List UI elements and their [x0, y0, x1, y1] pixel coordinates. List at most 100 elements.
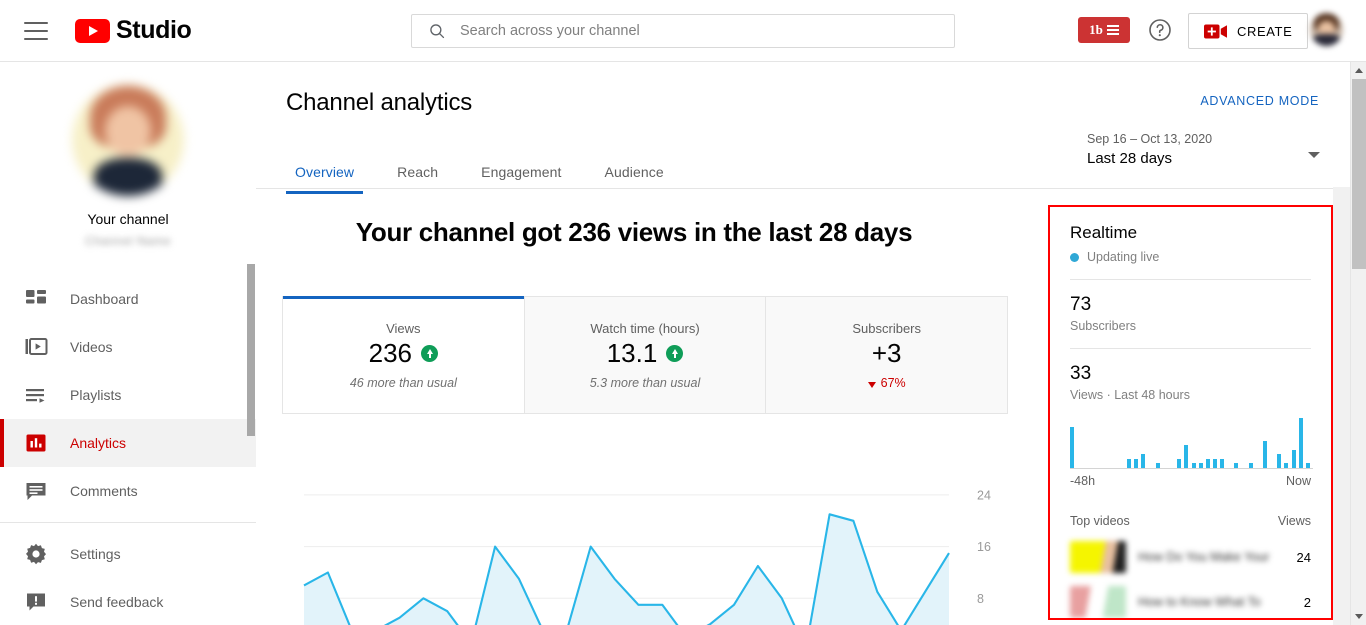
sidebar-item-label: Dashboard	[70, 291, 139, 307]
search-bar[interactable]	[411, 14, 955, 48]
realtime-bar	[1134, 458, 1139, 468]
sidebar-item-comments[interactable]: Comments	[0, 467, 256, 515]
realtime-subscribers-value: 73	[1070, 294, 1092, 315]
create-button[interactable]: CREATE	[1188, 13, 1309, 49]
realtime-bar	[1184, 445, 1189, 468]
video-play-icon	[25, 338, 48, 355]
realtime-bar	[1284, 463, 1289, 468]
video-views: 2	[1303, 594, 1311, 610]
metric-subtext: 5.3 more than usual	[589, 375, 701, 390]
realtime-bar	[1212, 458, 1217, 468]
list-item[interactable]: How to Know What To 2	[1070, 586, 1311, 618]
realtime-bar	[1248, 463, 1253, 468]
metric-cards: Views 236 46 more than usual Watch time …	[282, 296, 1008, 414]
realtime-bar	[1234, 463, 1239, 468]
avatar[interactable]	[1310, 13, 1343, 46]
realtime-bar	[1141, 454, 1146, 468]
views-column-label: Views	[1277, 514, 1311, 528]
channel-summary[interactable]: Your channel Channel Name	[0, 62, 256, 248]
page-title: Channel analytics	[286, 89, 473, 116]
sidebar-item-send-feedback[interactable]: Send feedback	[0, 578, 256, 625]
tubebuddy-label: 1b	[1089, 22, 1103, 37]
youtube-studio-analytics-page: Studio 1b CREATE	[0, 0, 1366, 625]
hamburger-menu-icon[interactable]	[24, 21, 48, 40]
realtime-bar	[1205, 458, 1210, 468]
realtime-subscribers-stat: 73 Subscribers	[1070, 280, 1311, 333]
playlist-icon	[26, 389, 45, 403]
date-range-selector[interactable]: Sep 16 – Oct 13, 2020 Last 28 days	[1087, 132, 1322, 167]
logo-text: Studio	[116, 16, 192, 44]
scrollbar-thumb[interactable]	[1352, 79, 1366, 269]
sidebar-nav-list: Dashboard Videos Playlists Analytics Com…	[0, 275, 256, 625]
tubebuddy-menu-icon	[1106, 25, 1119, 35]
arrow-down-icon	[867, 381, 876, 388]
sidebar-scrollbar-thumb[interactable]	[247, 264, 255, 436]
sidebar-item-settings[interactable]: Settings	[0, 530, 256, 578]
scroll-down-arrow-icon[interactable]	[1351, 608, 1366, 625]
sidebar-item-label: Videos	[70, 339, 113, 355]
metric-label: Views	[386, 320, 421, 336]
realtime-axis-start: -48h	[1070, 474, 1096, 488]
youtube-studio-logo[interactable]: Studio	[75, 16, 192, 45]
top-videos-label: Top videos	[1070, 514, 1130, 528]
sidebar-item-playlists[interactable]: Playlists	[0, 371, 256, 419]
realtime-bar	[1155, 463, 1160, 468]
metric-label: Watch time (hours)	[590, 320, 700, 336]
comment-bubble-icon	[26, 483, 46, 500]
video-thumbnail	[1070, 541, 1126, 573]
sidebar-divider	[0, 522, 256, 523]
realtime-bar	[1291, 449, 1296, 468]
sidebar-item-label: Playlists	[70, 387, 122, 403]
sidebar-item-analytics[interactable]: Analytics	[0, 419, 256, 467]
channel-avatar	[72, 84, 184, 196]
tubebuddy-extension-button[interactable]: 1b	[1078, 17, 1130, 43]
dashboard-grid-icon	[26, 290, 46, 304]
help-circle-icon[interactable]	[1148, 18, 1172, 42]
metric-card-subscribers[interactable]: Subscribers +3 67%	[766, 297, 1008, 413]
channel-name: Your channel	[87, 211, 169, 227]
realtime-axis-line	[1070, 468, 1313, 469]
metric-subtext: 46 more than usual	[349, 375, 457, 390]
realtime-bar	[1070, 427, 1074, 468]
tabs-underline	[256, 188, 1350, 189]
search-input[interactable]	[460, 23, 942, 39]
feedback-exclaim-icon	[27, 593, 45, 611]
video-views: 24	[1296, 549, 1311, 565]
youtube-play-icon	[75, 18, 110, 43]
search-icon	[430, 24, 445, 39]
realtime-bar	[1198, 463, 1203, 468]
realtime-axis-end: Now	[1285, 474, 1311, 488]
metric-change-percent: 67%	[880, 375, 906, 390]
advanced-mode-link[interactable]: ADVANCED MODE	[1200, 94, 1319, 108]
trend-up-icon	[666, 344, 684, 362]
sidebar-item-label: Analytics	[70, 435, 127, 451]
chevron-down-icon[interactable]	[1308, 152, 1320, 158]
sidebar-item-label: Comments	[70, 483, 138, 499]
chart-svg: 081624	[303, 488, 991, 625]
realtime-bar	[1298, 418, 1303, 468]
metric-card-views[interactable]: Views 236 46 more than usual	[283, 296, 525, 413]
headline: Your channel got 236 views in the last 2…	[355, 217, 913, 247]
scroll-up-arrow-icon[interactable]	[1351, 62, 1366, 79]
trend-up-icon	[421, 344, 439, 362]
sidebar-item-label: Settings	[70, 546, 121, 562]
svg-text:16: 16	[977, 540, 991, 554]
channel-handle: Channel Name	[84, 234, 172, 248]
sidebar-item-videos[interactable]: Videos	[0, 323, 256, 371]
page-scrollbar[interactable]	[1350, 62, 1366, 625]
realtime-bar	[1177, 458, 1182, 468]
realtime-bar	[1127, 458, 1132, 468]
realtime-bar	[1262, 440, 1267, 468]
metric-card-watch-time[interactable]: Watch time (hours) 13.1 5.3 more than us…	[524, 297, 767, 413]
views-line-chart[interactable]: 081624	[282, 452, 1008, 625]
list-item[interactable]: How Do You Make Your 24	[1070, 541, 1311, 573]
realtime-bar	[1305, 463, 1310, 468]
metric-label: Subscribers	[852, 320, 921, 336]
svg-text:8: 8	[977, 592, 984, 606]
video-title: How to Know What To	[1138, 595, 1261, 609]
gear-icon	[26, 543, 46, 565]
realtime-bar-chart[interactable]	[1070, 416, 1313, 468]
page-gutter	[1333, 187, 1350, 625]
realtime-title: Realtime	[1070, 223, 1138, 242]
sidebar-item-dashboard[interactable]: Dashboard	[0, 275, 256, 323]
